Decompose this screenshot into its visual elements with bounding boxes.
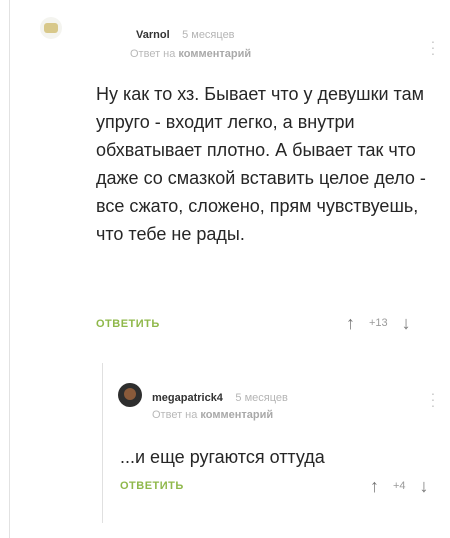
reply-prefix: Ответ на (130, 48, 176, 60)
avatar[interactable] (118, 383, 142, 407)
comment-time: 5 месяцев (235, 392, 288, 404)
vote-controls: ↑ +13 ↓ (346, 314, 411, 332)
vote-controls: ↑ +4 ↓ (370, 477, 429, 495)
comment-text: Ну как то хз. Бывает что у девушки там у… (96, 84, 426, 244)
arrow-up-icon[interactable]: ↑ (346, 314, 355, 332)
thread-line (102, 363, 103, 523)
left-divider (9, 0, 10, 538)
reply-target-link[interactable]: комментарий (200, 409, 273, 421)
reply-to-info: Ответ на комментарий (130, 48, 251, 60)
reply-button[interactable]: ОТВЕТИТЬ (96, 318, 160, 330)
comment-text: ...и еще ругаются оттуда (120, 447, 325, 467)
arrow-up-icon[interactable]: ↑ (370, 477, 379, 495)
reply-to-info: Ответ на комментарий (152, 409, 273, 421)
score: +13 (369, 317, 388, 329)
reply-prefix: Ответ на (152, 409, 198, 421)
more-options-icon[interactable]: · · · (430, 34, 436, 60)
author-name[interactable]: Varnol (136, 29, 170, 41)
author-name[interactable]: megapatrick4 (152, 392, 223, 404)
avatar[interactable] (40, 17, 62, 39)
more-options-icon[interactable]: · · · (430, 386, 436, 412)
reply-target-link[interactable]: комментарий (178, 48, 251, 60)
arrow-down-icon[interactable]: ↓ (402, 314, 411, 332)
arrow-down-icon[interactable]: ↓ (420, 477, 429, 495)
comment-header: megapatrick4 5 месяцев (152, 388, 288, 406)
score: +4 (393, 480, 406, 492)
reply-button[interactable]: ОТВЕТИТЬ (120, 480, 184, 492)
comment-header: Varnol 5 месяцев (136, 25, 235, 43)
comment-time: 5 месяцев (182, 29, 235, 41)
